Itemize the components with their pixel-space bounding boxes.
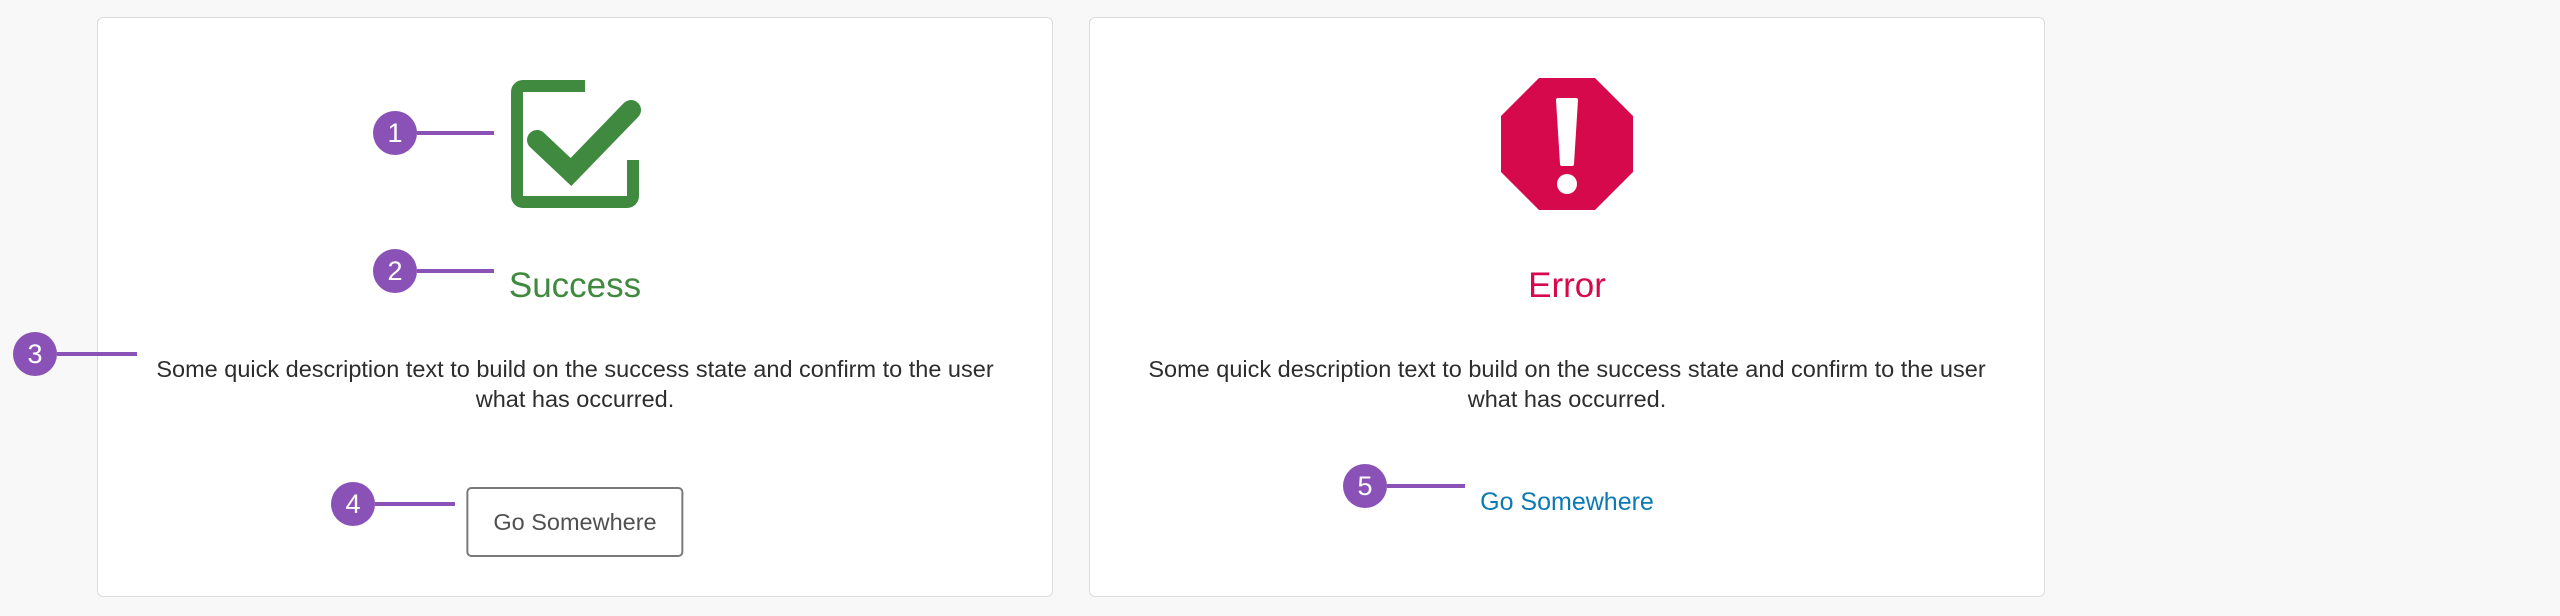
- callout-line-4: [375, 502, 455, 506]
- octagon-exclamation-icon: [1499, 76, 1635, 212]
- callout-badge-4: 4: [331, 482, 375, 526]
- go-somewhere-link[interactable]: Go Somewhere: [1090, 484, 2044, 520]
- error-description: Some quick description text to build on …: [1148, 356, 1986, 412]
- error-state-card: Error Some quick description text to bui…: [1089, 17, 2045, 597]
- success-state-card: Success Some quick description text to b…: [97, 17, 1053, 597]
- error-title: Error: [1528, 266, 1606, 305]
- success-description: Some quick description text to build on …: [156, 356, 994, 412]
- callout-line-1: [417, 131, 494, 135]
- callout-badge-3: 3: [13, 332, 57, 376]
- callout-badge-2: 2: [373, 249, 417, 293]
- annotated-state-examples: Success Some quick description text to b…: [0, 0, 2560, 616]
- callout-badge-1: 1: [373, 111, 417, 155]
- callout-badge-5: 5: [1343, 464, 1387, 508]
- callout-line-5: [1387, 484, 1465, 488]
- checked-box-icon: [507, 76, 643, 212]
- callout-line-3: [57, 352, 137, 356]
- callout-line-2: [417, 269, 494, 273]
- go-somewhere-button[interactable]: Go Somewhere: [466, 487, 684, 557]
- success-title: Success: [508, 266, 642, 305]
